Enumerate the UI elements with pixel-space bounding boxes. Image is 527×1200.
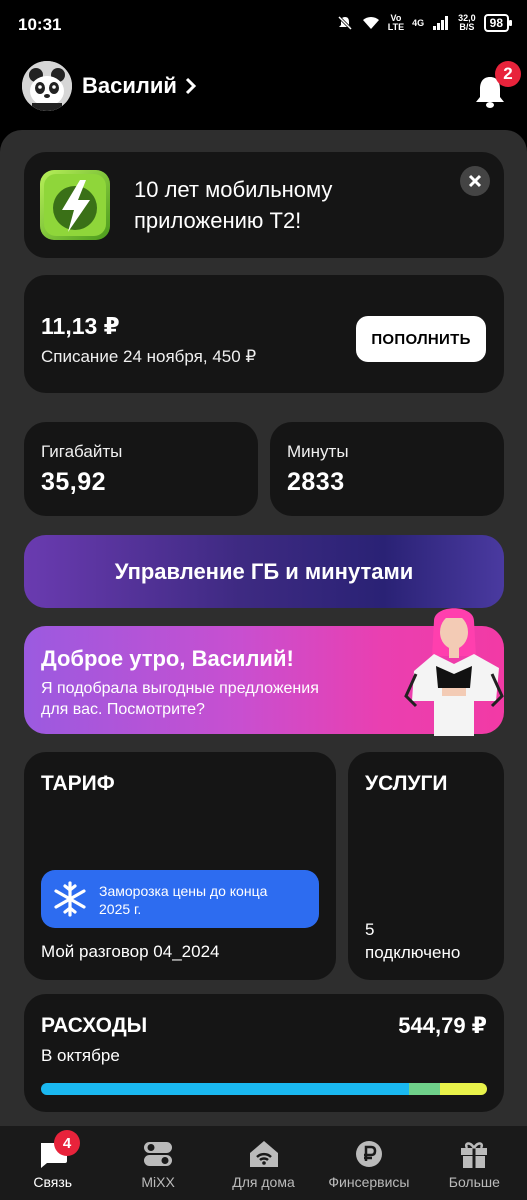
gigabytes-label: Гигабайты	[41, 442, 123, 461]
greeting-text: Я подобрала выгодные предложения для вас…	[41, 680, 319, 718]
minutes-card[interactable]: Минуты 2833	[270, 422, 504, 516]
close-icon	[468, 174, 482, 188]
panda-avatar-icon	[22, 61, 72, 111]
notifications-badge: 2	[495, 61, 521, 87]
toggle-icon	[141, 1138, 175, 1170]
minutes-value: 2833	[287, 468, 345, 496]
nav-item-finservices[interactable]: Финсервисы	[316, 1126, 421, 1200]
nav-label: Для дома	[232, 1174, 295, 1190]
gift-icon	[457, 1138, 491, 1170]
signal-icon	[432, 14, 450, 32]
chevron-right-icon	[185, 77, 197, 95]
price-freeze-badge: Заморозка цены до конца 2025 г.	[41, 870, 319, 928]
snowflake-icon	[54, 881, 86, 917]
network-speed: 32,0 B/S	[458, 13, 476, 32]
ruble-icon	[352, 1138, 386, 1170]
gigabytes-card[interactable]: Гигабайты 35,92	[24, 422, 258, 516]
nav-label: Больше	[448, 1174, 500, 1190]
nav-item-svyaz[interactable]: 4 Связь	[0, 1126, 105, 1200]
balance-card[interactable]: 11,13 ₽ Списание 24 ноября, 450 ₽ ПОПОЛН…	[24, 275, 504, 393]
promo-text: 10 лет мобильному приложению Т2!	[134, 177, 333, 233]
promo-banner[interactable]: 10 лет мобильному приложению Т2!	[24, 152, 504, 258]
app-anniversary-icon	[40, 170, 110, 240]
battery-indicator: 98	[483, 14, 513, 32]
price-freeze-text: Заморозка цены до конца 2025 г.	[99, 883, 268, 917]
expenses-breakdown-bar	[41, 1083, 487, 1095]
mute-icon	[336, 14, 354, 32]
status-icons: Vo LTE 4G 32,0 B/S 98	[336, 13, 513, 32]
nav-item-home[interactable]: Для дома	[211, 1126, 316, 1200]
avatar[interactable]	[22, 61, 72, 111]
tariff-card[interactable]: ТАРИФ Заморозка цены до конца 2025 г. Мо…	[24, 752, 336, 980]
nav-label: MiXX	[141, 1174, 175, 1190]
tariff-title: ТАРИФ	[41, 772, 115, 795]
minutes-label: Минуты	[287, 442, 349, 461]
profile-link[interactable]: Василий	[82, 73, 197, 99]
user-name: Василий	[82, 73, 177, 98]
services-card[interactable]: УСЛУГИ 5 подключено	[348, 752, 504, 980]
nav-badge: 4	[54, 1130, 80, 1156]
signal-type: 4G	[412, 17, 425, 28]
expenses-amount: 544,79 ₽	[398, 1013, 487, 1038]
charge-info: Списание 24 ноября, 450 ₽	[41, 347, 257, 366]
expenses-card[interactable]: РАСХОДЫ 544,79 ₽ В октябре	[24, 994, 504, 1112]
main-content: 10 лет мобильному приложению Т2! 11,13 ₽…	[0, 130, 527, 1126]
close-button[interactable]	[460, 166, 490, 196]
expenses-segment	[440, 1083, 487, 1095]
volte-indicator: Vo LTE	[387, 13, 405, 32]
nav-label: Финсервисы	[328, 1174, 410, 1190]
topup-button[interactable]: ПОПОЛНИТЬ	[356, 316, 486, 362]
home-wifi-icon	[247, 1138, 281, 1170]
nav-item-mixx[interactable]: MiXX	[105, 1126, 210, 1200]
gigabytes-value: 35,92	[41, 468, 107, 496]
wifi-icon	[362, 14, 380, 32]
bottom-navigation: 4 Связь MiXX Для дома Финсервисы Больше	[0, 1126, 527, 1200]
header: Василий 2	[0, 55, 527, 117]
status-bar: 10:31 Vo LTE 4G 32,0 B/S 98	[0, 0, 527, 52]
nav-item-more[interactable]: Больше	[422, 1126, 527, 1200]
tariff-name: Мой разговор 04_2024	[41, 942, 220, 961]
services-count: 5 подключено	[365, 920, 461, 962]
expenses-period: В октябре	[41, 1046, 120, 1065]
balance-amount: 11,13 ₽	[41, 313, 120, 339]
services-title: УСЛУГИ	[365, 772, 448, 795]
expenses-segment	[408, 1083, 441, 1095]
greeting-banner[interactable]: Доброе утро, Василий! Я подобрала выгодн…	[24, 608, 504, 736]
expenses-title: РАСХОДЫ	[41, 1014, 148, 1037]
status-time: 10:31	[18, 15, 62, 34]
notifications-button[interactable]: 2	[473, 61, 521, 108]
assistant-avatar-icon	[404, 608, 504, 736]
greeting-title: Доброе утро, Василий!	[41, 646, 294, 671]
nav-label: Связь	[33, 1174, 73, 1190]
expenses-segment	[41, 1083, 409, 1095]
